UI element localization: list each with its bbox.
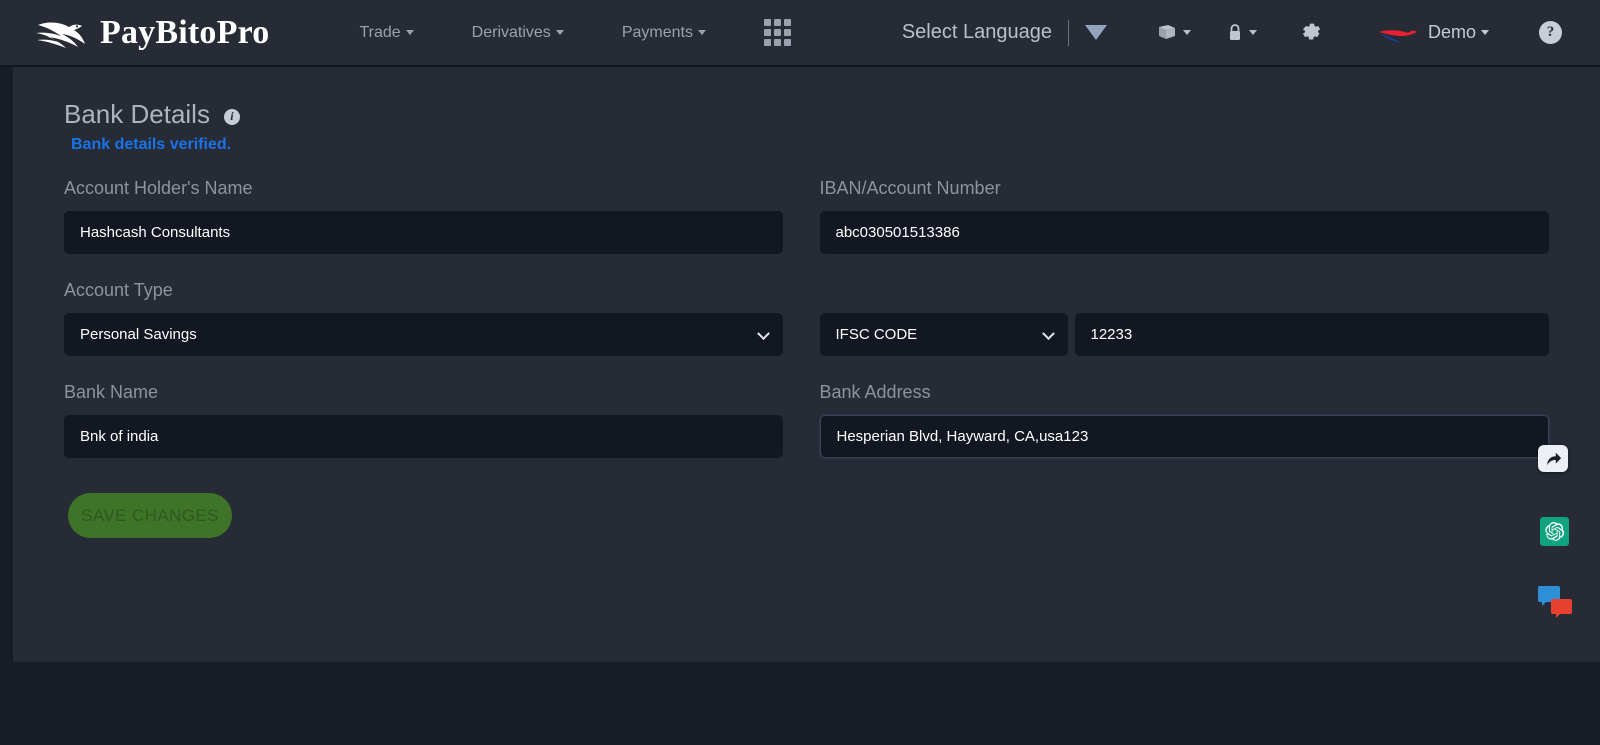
bird-logo-icon: [36, 22, 85, 48]
caret-down-icon: [1182, 30, 1191, 35]
paybito-bird-icon: [1378, 29, 1417, 43]
app-header: PayBitoPro Trade Derivatives Payments Se…: [0, 0, 1600, 67]
page-title: Bank Details: [64, 99, 210, 129]
share-button[interactable]: [1538, 445, 1568, 472]
chat-bubble-secondary-icon: [1551, 599, 1572, 618]
form-row-2: Account Type Personal Savings IFSC CODE …: [13, 280, 1600, 356]
field-code: IFSC CODE IFSC CODE: [807, 280, 1549, 356]
header-right-tools: Select Language Demo ?: [902, 19, 1562, 46]
account-holder-label: Account Holder's Name: [64, 178, 253, 198]
lock-icon: [1229, 23, 1240, 40]
divider: [1067, 19, 1069, 46]
page-body: Bank Details i Bank details verified. Ac…: [0, 67, 1600, 745]
triangle-down-icon[interactable]: [1084, 25, 1107, 40]
code-value-input[interactable]: [1074, 313, 1549, 356]
caret-down-icon: [697, 30, 706, 35]
bank-name-input[interactable]: [64, 415, 783, 458]
nav-item-trade-label: Trade: [359, 23, 401, 41]
caret-down-icon: [405, 30, 414, 35]
nav-item-payments-label: Payments: [621, 23, 693, 41]
account-type-select-wrap: Personal Savings: [64, 313, 783, 356]
chatgpt-button[interactable]: [1540, 517, 1569, 546]
account-label-wrap: Demo: [1428, 22, 1489, 43]
card-header: Bank Details i: [64, 99, 1600, 130]
account-label: Demo: [1427, 22, 1476, 42]
form-row-3: Bank Name Bank Address: [13, 382, 1600, 458]
nav-item-derivatives[interactable]: Derivatives: [472, 24, 564, 42]
openai-logo-icon: [1545, 522, 1565, 541]
book-icon: [1158, 24, 1175, 39]
caret-down-icon: [555, 30, 564, 35]
select-language-label[interactable]: Select Language: [902, 21, 1052, 44]
save-changes-button[interactable]: SAVE CHANGES: [68, 493, 232, 538]
form-row-1: Account Holder's Name IBAN/Account Numbe…: [13, 178, 1600, 254]
caret-down-icon: [1248, 30, 1257, 35]
account-type-select[interactable]: Personal Savings: [64, 313, 783, 356]
caret-down-icon: [1481, 30, 1489, 35]
account-menu[interactable]: Demo: [1378, 21, 1489, 45]
bank-address-label: Bank Address: [819, 382, 931, 402]
gear-icon: [1303, 23, 1321, 40]
status-message: Bank details verified.: [71, 136, 232, 153]
iban-input[interactable]: [819, 211, 1549, 254]
code-type-select-wrap: IFSC CODE: [819, 313, 1068, 356]
field-bank-address: Bank Address: [807, 382, 1549, 458]
field-bank-name: Bank Name: [64, 382, 807, 458]
security-lock-button[interactable]: [1227, 23, 1257, 43]
nav-item-derivatives-label: Derivatives: [471, 23, 551, 41]
bank-details-form: Account Holder's Name IBAN/Account Numbe…: [13, 178, 1600, 538]
bank-name-label: Bank Name: [64, 382, 159, 402]
info-icon[interactable]: i: [223, 108, 240, 125]
code-type-select[interactable]: IFSC CODE: [819, 313, 1068, 356]
account-type-label: Account Type: [64, 280, 173, 300]
settings-button[interactable]: [1301, 22, 1322, 43]
account-holder-input[interactable]: [64, 211, 783, 254]
brand-logo[interactable]: PayBitoPro: [36, 13, 269, 53]
iban-label: IBAN/Account Number: [819, 178, 1001, 198]
code-row: IFSC CODE: [819, 313, 1549, 356]
live-chat-button[interactable]: [1538, 586, 1572, 620]
nav-item-trade[interactable]: Trade: [359, 23, 414, 42]
main-nav: Trade Derivatives Payments: [359, 19, 791, 46]
field-account-type: Account Type Personal Savings: [64, 280, 807, 356]
nav-item-payments[interactable]: Payments: [622, 24, 706, 42]
bank-address-input[interactable]: [819, 415, 1549, 458]
help-icon[interactable]: ?: [1539, 21, 1562, 44]
apps-grid-icon[interactable]: [763, 19, 791, 46]
book-menu-button[interactable]: [1157, 24, 1191, 42]
brand-name: PayBitoPro: [100, 13, 270, 51]
bank-details-card: Bank Details i Bank details verified. Ac…: [13, 67, 1600, 662]
share-arrow-icon: [1546, 452, 1561, 465]
field-account-holder: Account Holder's Name: [64, 178, 807, 254]
field-iban: IBAN/Account Number: [807, 178, 1549, 254]
